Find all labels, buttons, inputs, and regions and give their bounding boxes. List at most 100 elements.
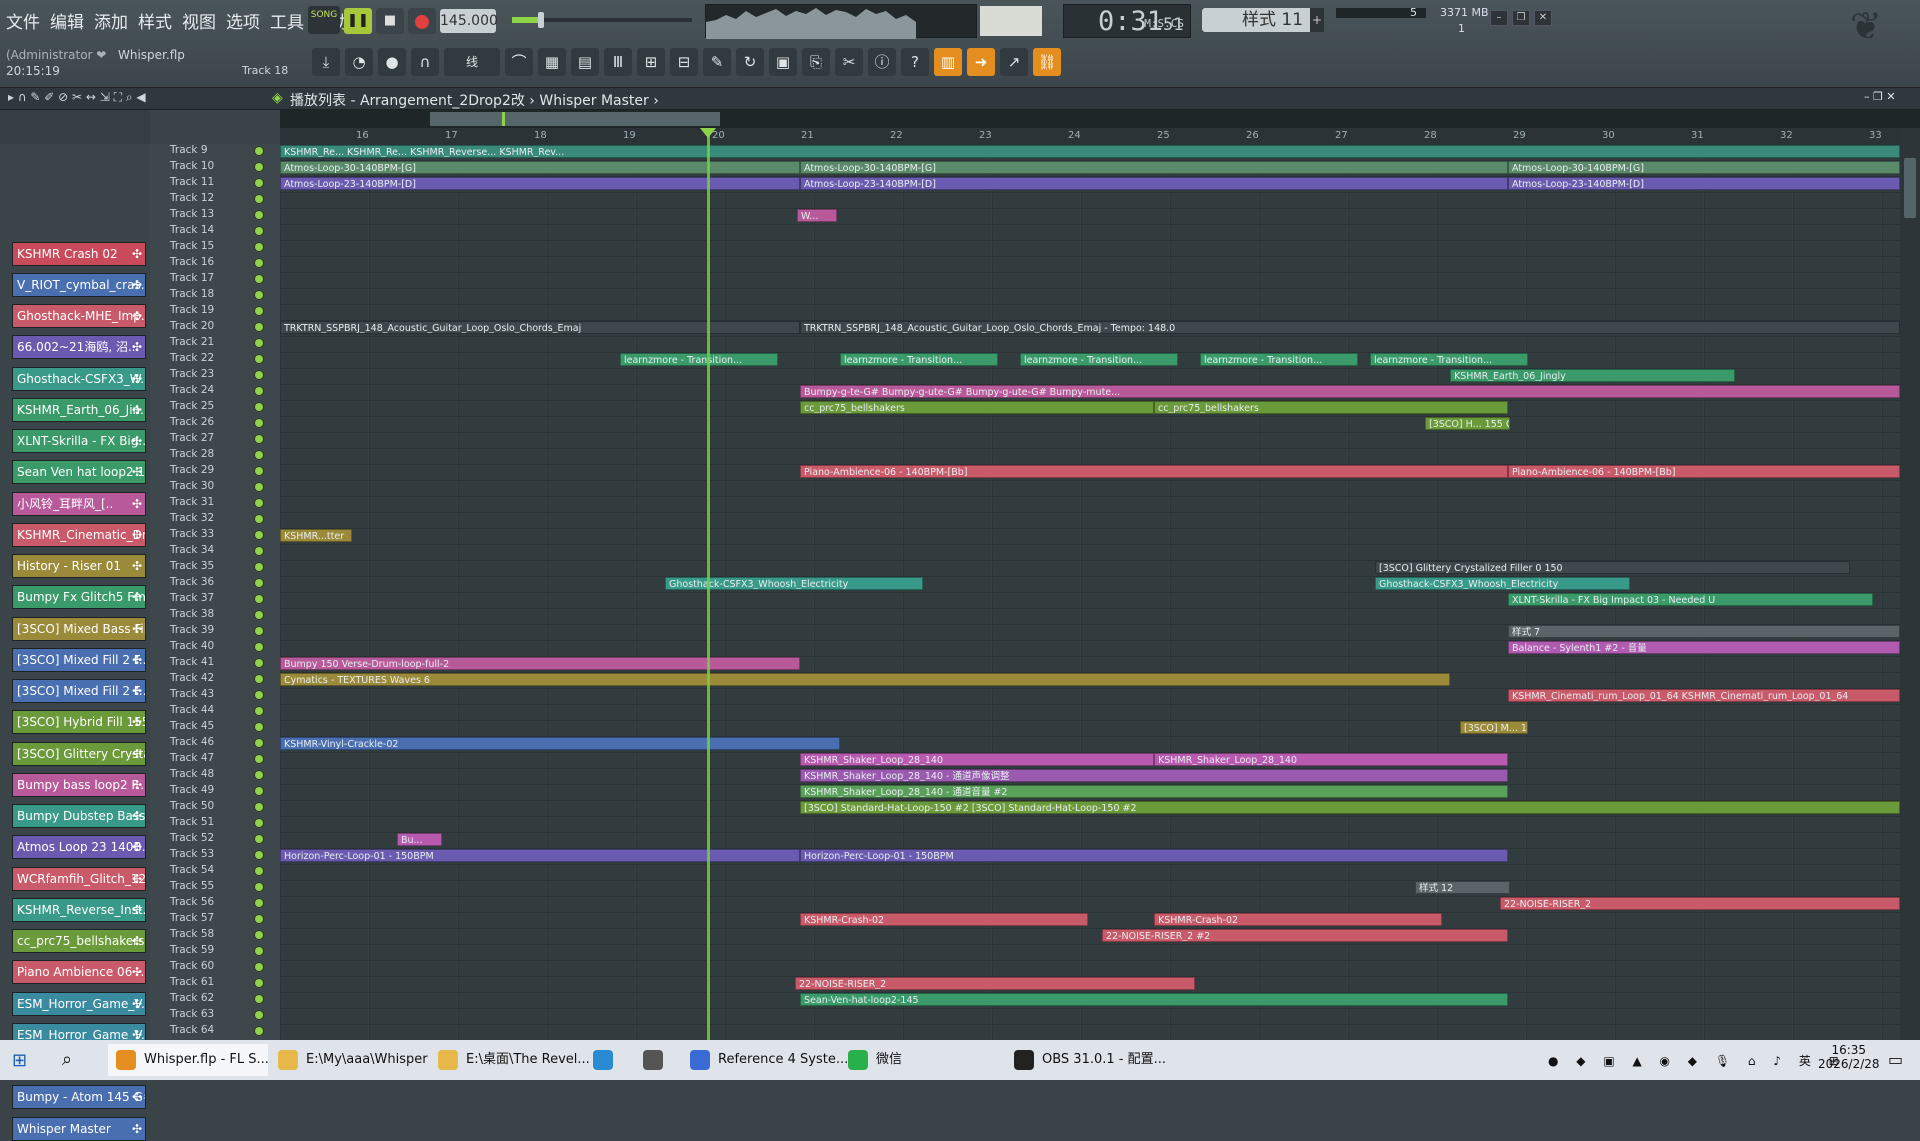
link-icon[interactable]: ⛓ [1033, 48, 1061, 76]
pattern-clip[interactable]: KSHMR_Cinemati_rum_Loop_01_64 KSHMR_Cine… [1508, 689, 1900, 702]
track-name[interactable]: Track 32 [170, 512, 214, 524]
track-name[interactable]: Track 26 [170, 416, 214, 428]
playlist-tools[interactable]: ▸ ∩ ✎ ✐ ⊘ ✂ ↔ ⇲ ⛶ ⌕ ◀ [8, 90, 146, 105]
pattern-clip[interactable]: KSHMR_Shaker_Loop_28_140 [1154, 753, 1508, 766]
track-mute-toggle[interactable] [254, 194, 264, 204]
track-name[interactable]: Track 47 [170, 752, 214, 764]
track-name[interactable]: Track 16 [170, 256, 214, 268]
master-pitch-slider[interactable] [512, 12, 692, 28]
stop-button[interactable]: ■ [376, 8, 404, 34]
pattern-clip[interactable]: KSHMR_Shaker_Loop_28_140 [800, 753, 1154, 766]
track-mute-toggle[interactable] [254, 354, 264, 364]
channel-button[interactable]: WCRfamfih_Glitch_12.. ✣ [12, 866, 146, 891]
pattern-clip[interactable]: Bu... [397, 833, 442, 846]
pattern-clip[interactable]: Atmos-Loop-23-140BPM-[D] [800, 177, 1508, 190]
track-name[interactable]: Track 21 [170, 336, 214, 348]
track-mute-toggle[interactable] [254, 402, 264, 412]
track-mute-toggle[interactable] [254, 818, 264, 828]
pattern-clip[interactable]: Bumpy 150 Verse-Drum-loop-full-2 [280, 657, 800, 670]
track-name[interactable]: Track 28 [170, 448, 214, 460]
channel-button[interactable]: [3SCO] Mixed Fill 2 F.. ✣ [12, 647, 146, 672]
track-mute-toggle[interactable] [254, 306, 264, 316]
track-mute-toggle[interactable] [254, 994, 264, 1004]
track-name[interactable]: Track 51 [170, 816, 214, 828]
playlist-grid[interactable]: KSHMR_Re... KSHMR_Re... KSHMR_Reverse...… [280, 144, 1900, 1040]
metronome-icon[interactable]: ◔ [345, 48, 373, 76]
channel-button[interactable]: Bumpy Dubstep Bass.. ✣ [12, 804, 146, 828]
pattern-clip[interactable]: KSHMR_Shaker_Loop_28_140 - 通道声像调整 [800, 769, 1508, 782]
pattern-clip[interactable]: [3SCO] Standard-Hat-Loop-150 #2 [3SCO] S… [800, 801, 1900, 814]
track-name[interactable]: Track 57 [170, 912, 214, 924]
track-name[interactable]: Track 35 [170, 560, 214, 572]
track-mute-toggle[interactable] [254, 610, 264, 620]
track-name[interactable]: Track 50 [170, 800, 214, 812]
search-icon[interactable]: ⌕ [62, 1049, 72, 1070]
save-icon[interactable]: ▣ [769, 48, 797, 76]
track-name[interactable]: Track 53 [170, 848, 214, 860]
track-mute-toggle[interactable] [254, 706, 264, 716]
track-mute-toggle[interactable] [254, 802, 264, 812]
close-button[interactable]: ✕ [1534, 10, 1552, 26]
arrow-icon[interactable]: ➜ [967, 48, 995, 76]
track-mute-toggle[interactable] [254, 338, 264, 348]
track-mute-toggle[interactable] [254, 946, 264, 956]
menu-item[interactable]: 文件 [4, 8, 42, 33]
pattern-clip[interactable]: Bumpy-g-te-G# Bumpy-g-ute-G# Bumpy-g-ute… [800, 385, 1900, 398]
track-mute-toggle[interactable] [254, 594, 264, 604]
record-button[interactable] [408, 8, 436, 34]
menu-item[interactable]: 样式 [136, 8, 174, 33]
pattern-clip[interactable]: Atmos-Loop-23-140BPM-[D] [280, 177, 800, 190]
pattern-clip[interactable]: 样式 7 [1508, 625, 1900, 638]
track-mute-toggle[interactable] [254, 274, 264, 284]
restore-button[interactable]: ❐ [1512, 10, 1530, 26]
track-mute-toggle[interactable] [254, 1026, 264, 1036]
track-mute-toggle[interactable] [254, 834, 264, 844]
pattern-clip[interactable]: Piano-Ambience-06 - 140BPM-[Bb] [800, 465, 1508, 478]
track-name[interactable]: Track 31 [170, 496, 214, 508]
menu-item[interactable]: 工具 [268, 8, 306, 33]
track-name[interactable]: Track 9 [170, 144, 208, 156]
track-mute-toggle[interactable] [254, 386, 264, 396]
track-name[interactable]: Track 20 [170, 320, 214, 332]
pattern-clip[interactable]: Atmos-Loop-23-140BPM-[D] [1508, 177, 1900, 190]
pattern-clip[interactable]: 22-NOISE-RISER_2 #2 [1102, 929, 1508, 942]
track-name[interactable]: Track 44 [170, 704, 214, 716]
mixer-icon[interactable]: Ⅲ [604, 48, 632, 76]
keyboard-icon[interactable]: ▥ [934, 48, 962, 76]
track-mute-toggle[interactable] [254, 146, 264, 156]
notification-icon[interactable]: ▭ [1888, 1050, 1903, 1069]
track-mute-toggle[interactable] [254, 914, 264, 924]
playlist-window-controls[interactable]: – ❐ ✕ [1864, 90, 1896, 103]
pattern-clip[interactable]: 22-NOISE-RISER_2 [795, 977, 1195, 990]
help-icon[interactable]: ? [901, 48, 929, 76]
download-icon[interactable]: ⤓ [312, 48, 340, 76]
track-name[interactable]: Track 49 [170, 784, 214, 796]
pattern-clip[interactable]: Atmos-Loop-30-140BPM-[G] [1508, 161, 1900, 174]
pattern-clip[interactable]: Cymatics - TEXTURES Waves 6 [280, 673, 1450, 686]
knob-icon[interactable]: ● [378, 48, 406, 76]
pattern-clip[interactable]: W... [797, 209, 837, 222]
track-name[interactable]: Track 29 [170, 464, 214, 476]
input-language[interactable]: 英 [1799, 1054, 1818, 1068]
channel-button[interactable]: [3SCO] Hybrid Fill 155.. ✣ [12, 710, 146, 735]
track-mute-toggle[interactable] [254, 514, 264, 524]
pattern-clip[interactable]: learnzmore - Transition... [1020, 353, 1178, 366]
track-mute-toggle[interactable] [254, 322, 264, 332]
pattern-clip[interactable]: XLNT-Skrilla - FX Big Impact 03 - Needed… [1508, 593, 1873, 606]
pattern-clip[interactable]: KSHMR-Crash-02 [1154, 913, 1442, 926]
track-name[interactable]: Track 45 [170, 720, 214, 732]
track-name[interactable]: Track 59 [170, 944, 214, 956]
track-name[interactable]: Track 64 [170, 1024, 214, 1036]
track-name[interactable]: Track 63 [170, 1008, 214, 1020]
menu-item[interactable]: 选项 [224, 8, 262, 33]
channel-button[interactable]: Bumpy bass loop2 F.. ✣ [12, 772, 146, 797]
channel-button[interactable]: Piano Ambience 06 -.. ✣ [12, 960, 146, 985]
track-name[interactable]: Track 22 [170, 352, 214, 364]
track-name[interactable]: Track 40 [170, 640, 214, 652]
browser-icon[interactable]: ⊞ [637, 48, 665, 76]
slide-icon[interactable]: ↗ [1000, 48, 1028, 76]
pattern-clip[interactable]: Horizon-Perc-Loop-01 - 150BPM [280, 849, 800, 862]
channel-button[interactable]: Ghosthack-CSFX3_W.. ✣ [12, 366, 146, 391]
pattern-clip[interactable]: Balance - Sylenth1 #2 - 音量 [1508, 641, 1900, 654]
snap-select[interactable]: 线 [444, 48, 500, 76]
